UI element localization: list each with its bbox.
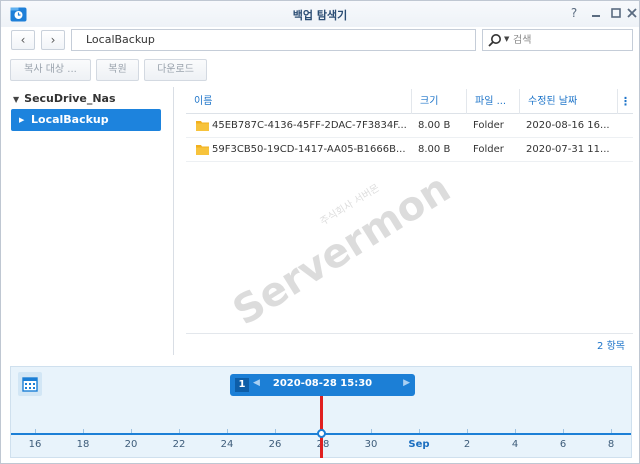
window-title: 백업 탐색기 <box>292 9 348 22</box>
file-modified: 2020-08-16 16... <box>526 120 610 131</box>
sidebar-tree: ▼ SecuDrive_Nas ▶ LocalBackup <box>1 87 174 355</box>
folder-icon <box>196 145 209 155</box>
collapse-triangle-icon[interactable]: ▶ <box>19 109 24 131</box>
timeline-tick-label: 20 <box>124 439 138 450</box>
timeline-tick <box>179 429 180 433</box>
close-button[interactable] <box>625 6 639 20</box>
current-version-datetime: 2020-08-28 15:30 <box>272 378 373 389</box>
help-icon[interactable]: ? <box>567 6 581 20</box>
calendar-icon <box>22 377 38 392</box>
current-time-marker[interactable] <box>320 396 323 458</box>
search-box[interactable]: ▼ <box>482 29 633 51</box>
sidebar-item-label: LocalBackup <box>31 113 109 126</box>
file-name: 45EB787C-4136-45FF-2DAC-7F3834F... <box>212 120 407 131</box>
file-name: 59F3CB50-19CD-1417-AA05-B1666B... <box>212 144 406 155</box>
path-bar[interactable]: LocalBackup <box>71 29 476 51</box>
timeline-tick-label: 18 <box>76 439 90 450</box>
timeline-tick-label: Sep <box>408 439 430 450</box>
timeline-tick-label: 22 <box>172 439 186 450</box>
copy-to-button[interactable]: 복사 대상 ... <box>10 59 91 81</box>
timeline-tick <box>227 429 228 433</box>
timeline-tick <box>275 429 276 433</box>
column-header-type[interactable]: 파일 ... <box>467 89 520 114</box>
folder-icon <box>196 121 209 131</box>
file-list-header: 이름 크기 파일 ... 수정된 날짜 ⋮ <box>186 89 633 114</box>
column-header-size[interactable]: 크기 <box>412 89 467 114</box>
timeline-tick-label: 6 <box>559 439 567 450</box>
restore-button[interactable]: 복원 <box>96 59 139 81</box>
item-count: 2 항목 <box>597 341 625 352</box>
title-bar: 백업 탐색기 ? <box>1 1 639 27</box>
close-icon <box>627 8 637 18</box>
version-selector: 1 ◀ 2020-08-28 15:30 ▶ <box>230 374 415 396</box>
timeline-tick-label: 2 <box>463 439 471 450</box>
timeline-tick-label: 4 <box>511 439 519 450</box>
maximize-icon <box>611 8 621 18</box>
timeline-tick <box>131 429 132 433</box>
download-button[interactable]: 다운로드 <box>144 59 207 81</box>
file-type: Folder <box>473 144 504 155</box>
timeline-tick-label: 16 <box>28 439 42 450</box>
search-icon <box>488 34 501 47</box>
tree-root-node[interactable]: ▼ SecuDrive_Nas <box>13 92 116 105</box>
file-modified: 2020-07-31 11... <box>526 144 610 155</box>
list-footer-divider <box>186 333 633 334</box>
minimize-icon <box>592 15 600 17</box>
table-row[interactable]: 45EB787C-4136-45FF-2DAC-7F3834F... 8.00 … <box>186 114 633 138</box>
timeline-tick <box>563 429 564 433</box>
timeline-tick <box>611 429 612 433</box>
maximize-button[interactable] <box>609 6 623 20</box>
timeline-tick <box>515 429 516 433</box>
next-version-icon[interactable]: ▶ <box>403 378 410 388</box>
backup-explorer-window: 백업 탐색기 ? ‹ › LocalBackup ▼ 복사 대상 ... 복원 … <box>0 0 640 464</box>
minimize-button[interactable] <box>589 6 603 20</box>
timeline-tick <box>419 429 420 433</box>
forward-button[interactable]: › <box>41 30 65 50</box>
timeline-tick-label: 24 <box>220 439 234 450</box>
file-type: Folder <box>473 120 504 131</box>
timeline-tick <box>35 429 36 433</box>
timeline-tick <box>83 429 84 433</box>
file-list: 이름 크기 파일 ... 수정된 날짜 ⋮ 45EB787C-4136-45FF… <box>186 89 633 355</box>
timeline-panel[interactable]: 1 ◀ 2020-08-28 15:30 ▶ 1618202224262830S… <box>10 366 632 458</box>
search-input[interactable] <box>513 32 628 48</box>
current-time-handle[interactable] <box>317 429 326 438</box>
column-menu-icon[interactable]: ⋮ <box>618 89 633 114</box>
file-size: 8.00 B <box>418 120 451 131</box>
timeline-tick <box>371 429 372 433</box>
calendar-button[interactable] <box>18 372 42 396</box>
column-header-name[interactable]: 이름 <box>186 89 412 114</box>
timeline-tick-label: 8 <box>607 439 615 450</box>
search-options-caret-icon[interactable]: ▼ <box>504 35 509 43</box>
tree-root-label: SecuDrive_Nas <box>24 92 116 105</box>
sidebar-item-localbackup[interactable]: ▶ LocalBackup <box>11 109 161 131</box>
timeline-tick-label: 30 <box>364 439 378 450</box>
back-button[interactable]: ‹ <box>11 30 35 50</box>
timeline-tick-label: 26 <box>268 439 282 450</box>
column-header-modified[interactable]: 수정된 날짜 <box>520 89 618 114</box>
timeline-tick <box>467 429 468 433</box>
timeline-tick-label: 28 <box>308 439 338 450</box>
table-row[interactable]: 59F3CB50-19CD-1417-AA05-B1666B... 8.00 B… <box>186 138 633 162</box>
expand-triangle-icon[interactable]: ▼ <box>13 95 19 104</box>
file-size: 8.00 B <box>418 144 451 155</box>
